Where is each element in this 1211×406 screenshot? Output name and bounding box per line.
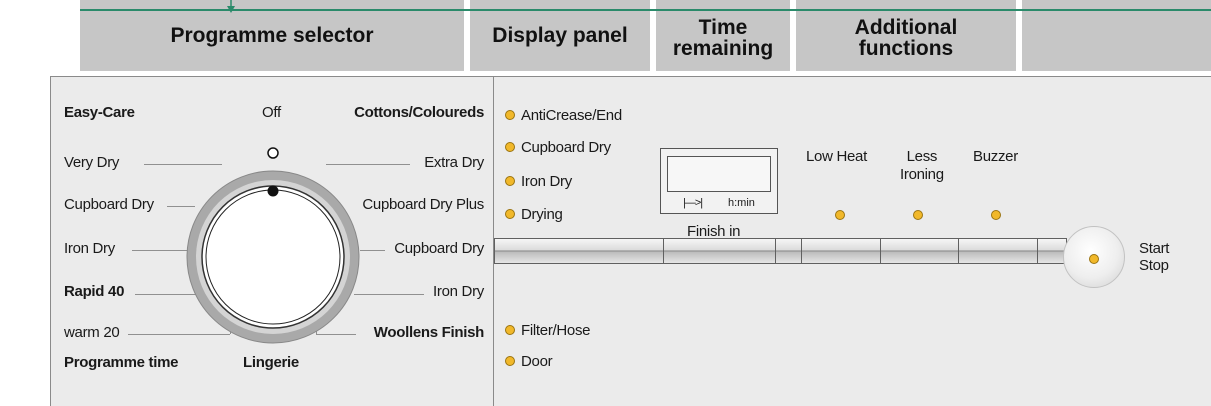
function-label-less-ironing-line1: Less xyxy=(906,148,938,165)
indicator-anticrease-end-label: AntiCrease/End xyxy=(521,107,622,124)
indicator-iron-dry: Iron Dry xyxy=(505,173,572,190)
function-label-buzzer: Buzzer xyxy=(973,148,1018,165)
dial-label-programme-time: Programme time xyxy=(64,354,179,371)
dial-label-off: Off xyxy=(262,104,281,121)
indicator-filter-hose: Filter/Hose xyxy=(505,322,591,339)
start-label: Start xyxy=(1139,240,1170,257)
led-icon xyxy=(505,325,515,336)
led-icon xyxy=(505,356,515,367)
indicator-drying-label: Drying xyxy=(521,206,563,223)
header-additional-functions-line2: functions xyxy=(858,36,954,60)
dial-label-warm-20: warm 20 xyxy=(64,324,120,341)
indicator-door: Door xyxy=(505,353,553,370)
time-unit-label: h:min xyxy=(728,197,755,209)
function-label-less-ironing: Less Ironing xyxy=(900,148,944,184)
dial-label-cupboard-dry-plus: Cupboard Dry Plus xyxy=(362,196,484,213)
indicator-anticrease-end: AntiCrease/End xyxy=(505,107,622,124)
start-stop-button[interactable] xyxy=(1063,226,1125,288)
indicator-cupboard-dry: Cupboard Dry xyxy=(505,139,611,156)
buzzer-led-icon xyxy=(991,210,1001,220)
header-time-remaining-line1: Time xyxy=(698,15,748,39)
dial-label-rapid-40: Rapid 40 xyxy=(64,283,125,300)
dial-label-woollens-finish: Woollens Finish xyxy=(373,324,485,341)
less-ironing-button[interactable] xyxy=(880,238,959,264)
start-stop-label: Start Stop xyxy=(1139,240,1169,274)
function-label-low-heat: Low Heat xyxy=(806,148,867,165)
time-display: |—>| h:min xyxy=(660,148,778,214)
dial-pointer-icon xyxy=(267,185,279,197)
indicator-cupboard-dry-label: Cupboard Dry xyxy=(521,139,611,156)
less-ironing-led-icon xyxy=(913,210,923,220)
led-icon xyxy=(505,209,515,220)
dial-label-extra-dry: Extra Dry xyxy=(424,154,484,171)
dial-label-cottons-coloureds: Cottons/Coloureds xyxy=(354,104,484,121)
dial-label-iron-dry-left: Iron Dry xyxy=(64,240,115,257)
low-heat-button[interactable] xyxy=(801,238,881,264)
indicator-drying: Drying xyxy=(505,206,563,223)
buzzer-button[interactable] xyxy=(958,238,1038,264)
header-display-panel-label: Display panel xyxy=(492,24,628,47)
indicator-door-label: Door xyxy=(521,353,553,370)
led-icon xyxy=(505,142,515,153)
dial-label-cupboard-dry-left: Cupboard Dry xyxy=(64,196,154,213)
stop-label: Stop xyxy=(1139,257,1169,274)
indicator-iron-dry-label: Iron Dry xyxy=(521,173,572,190)
programme-dial[interactable] xyxy=(185,140,365,350)
header-top-line xyxy=(80,9,1211,11)
time-display-screen xyxy=(667,156,771,192)
finish-in-button[interactable] xyxy=(663,238,776,264)
button-strip-left xyxy=(494,238,664,264)
off-marker-icon xyxy=(267,147,279,159)
dial-label-cupboard-dry-right: Cupboard Dry xyxy=(394,240,484,257)
dial-label-easy-care: Easy-Care xyxy=(64,104,135,121)
dial-label-lingerie: Lingerie xyxy=(243,354,299,371)
led-icon xyxy=(505,110,515,121)
header-additional-functions-line1: Additional xyxy=(854,15,958,39)
low-heat-led-icon xyxy=(835,210,845,220)
start-stop-led-icon xyxy=(1089,254,1099,264)
header-time-remaining-line2: remaining xyxy=(672,36,774,60)
indicator-filter-hose-label: Filter/Hose xyxy=(521,322,591,339)
leader-iron-dry-left xyxy=(132,250,188,251)
led-icon xyxy=(505,176,515,187)
header-programme-selector-label: Programme selector xyxy=(170,24,374,47)
strip-gap xyxy=(775,238,802,264)
pointer-arrow-icon xyxy=(227,0,235,13)
dial-label-iron-dry-right: Iron Dry xyxy=(433,283,484,300)
function-label-less-ironing-line2: Ironing xyxy=(900,166,944,183)
finish-in-icon: |—>| xyxy=(683,197,703,209)
dial-label-very-dry: Very Dry xyxy=(64,154,120,171)
